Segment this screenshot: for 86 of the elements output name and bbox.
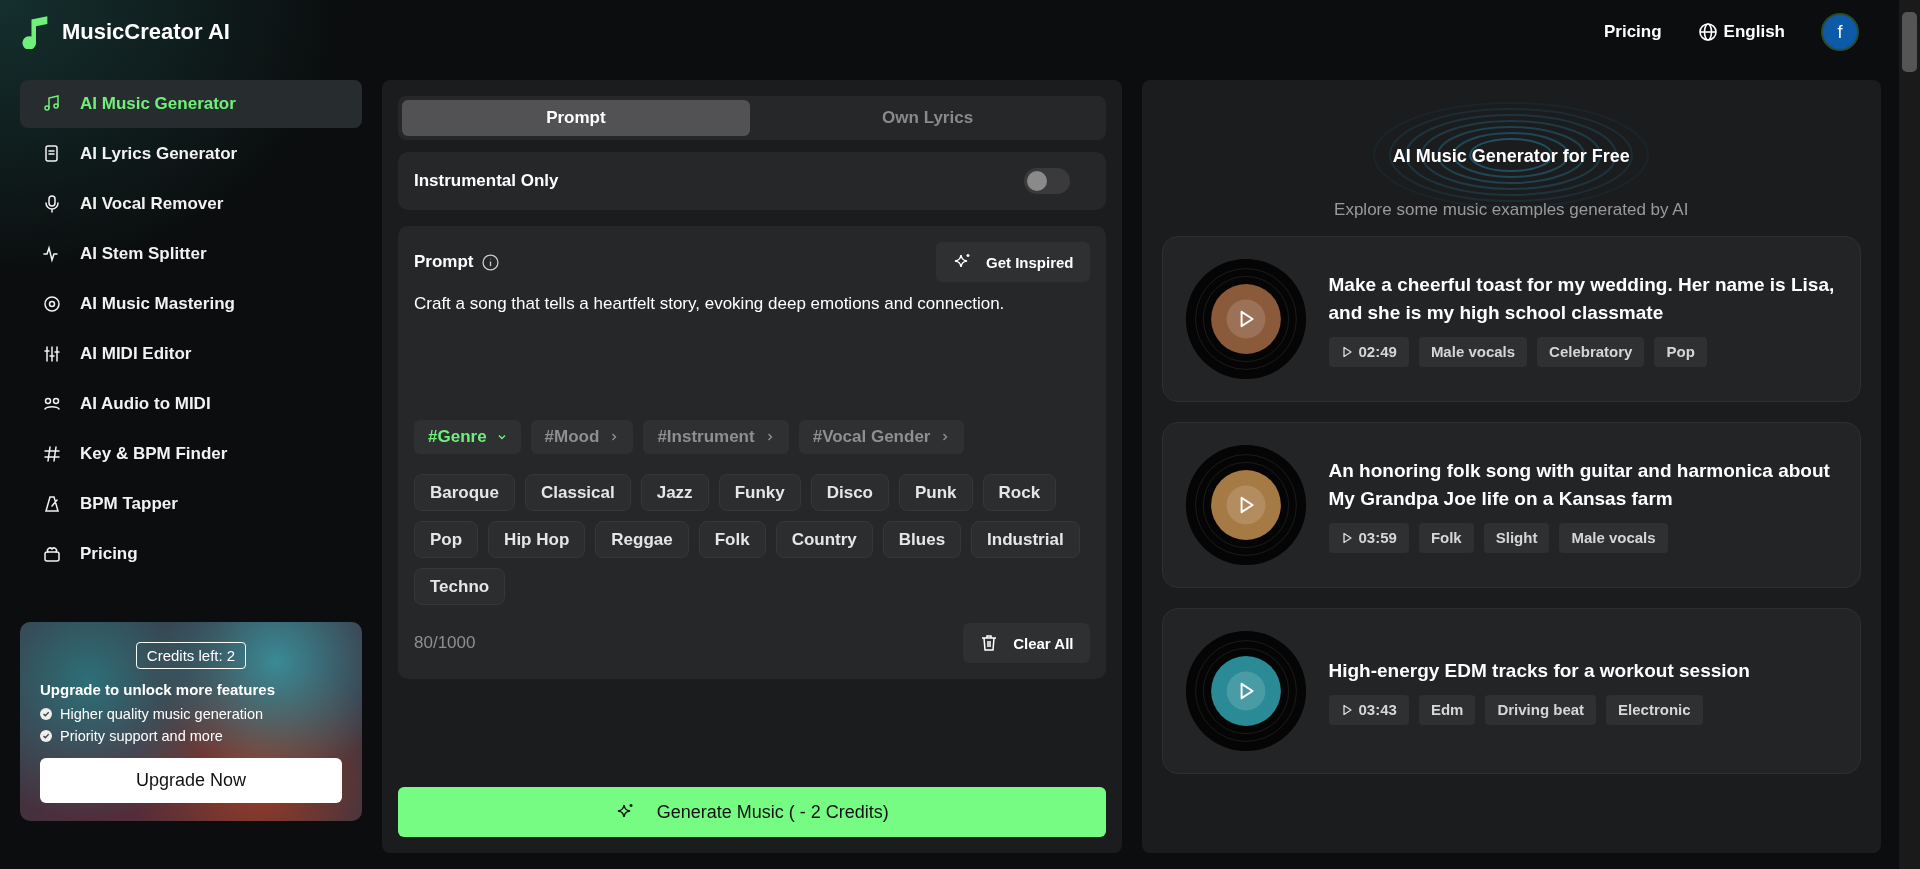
prompt-field[interactable]: Craft a song that tells a heartfelt story, evoking deep emotions and connection.	[414, 292, 1090, 412]
sidebar-item[interactable]: AI Music Generator	[20, 80, 362, 128]
feature-text: Priority support and more	[60, 728, 223, 744]
user-avatar[interactable]: f	[1821, 13, 1859, 51]
basket-icon	[42, 544, 62, 564]
category-filter[interactable]: #Genre	[414, 420, 521, 454]
sidebar-item[interactable]: Pricing	[20, 530, 362, 578]
play-icon	[1340, 703, 1353, 716]
music-note-icon	[42, 94, 62, 114]
genre-tag[interactable]: Industrial	[971, 521, 1080, 558]
category-filter[interactable]: #Instrument	[643, 420, 789, 454]
genre-tag[interactable]: Punk	[899, 474, 973, 511]
example-title: Make a cheerful toast for my wedding. Her name is Lisa, and she is my high school classmate	[1328, 273, 1836, 325]
example-card[interactable]: Make a cheerful toast for my wedding. Her name is Lisa, and she is my high school classmate 02:49 Male vocals Celebratory Pop	[1161, 236, 1861, 402]
genre-tag[interactable]: Techno	[414, 568, 506, 605]
sidebar-item[interactable]: AI Vocal Remover	[20, 180, 362, 228]
category-filter[interactable]: #Mood	[530, 420, 634, 454]
brand-name: MusicCreator AI	[62, 19, 230, 45]
check-circle-icon	[40, 730, 52, 742]
sidebar-item[interactable]: AI Audio to MIDI	[20, 380, 362, 428]
character-counter: 80/1000	[414, 633, 476, 653]
sidebar-item[interactable]: AI Music Mastering	[20, 280, 362, 328]
example-title: An honoring folk song with guitar and harmonica about My Grandpa Joe life on a Kansas farm	[1328, 459, 1831, 511]
duration-badge: 03:59	[1328, 522, 1409, 553]
play-icon	[1340, 531, 1353, 544]
info-icon[interactable]	[481, 253, 499, 271]
mode-tab[interactable]: Own Lyrics	[753, 100, 1102, 136]
sidebar-item[interactable]: AI MIDI Editor	[20, 330, 362, 378]
globe-icon	[1697, 22, 1718, 42]
sidebar-item[interactable]: BPM Tapper	[20, 480, 362, 528]
style-tag: Male vocals	[1418, 336, 1528, 367]
sidebar-item[interactable]: AI Stem Splitter	[20, 230, 362, 278]
genre-tag[interactable]: Reggae	[595, 521, 689, 558]
examples-subtitle: Explore some music examples generated by AI	[1333, 200, 1690, 220]
disc-icon	[42, 294, 62, 314]
genre-tag[interactable]: Pop	[414, 521, 479, 558]
pricing-link[interactable]: Pricing	[1603, 22, 1662, 42]
sidebar-item[interactable]: Key & BPM Finder	[20, 430, 362, 478]
style-tag: Driving beat	[1485, 694, 1597, 725]
check-circle-icon	[40, 708, 52, 720]
example-card[interactable]: High-energy EDM tracks for a workout session 03:43 Edm Driving beat Electronic	[1161, 608, 1861, 774]
genre-tag[interactable]: Hip Hop	[488, 521, 586, 558]
examples-title: AI Music Generator for Free	[1392, 145, 1630, 167]
duration-badge: 03:43	[1328, 694, 1409, 725]
genre-tag[interactable]: Classical	[524, 474, 631, 511]
genre-tag[interactable]: Funky	[718, 474, 801, 511]
genre-tag[interactable]: Rock	[982, 474, 1057, 511]
style-tag: Edm	[1418, 694, 1476, 725]
metronome-icon	[42, 494, 62, 514]
mode-tab[interactable]: Prompt	[402, 100, 750, 136]
style-tag: Male vocals	[1559, 522, 1668, 553]
style-tag: Slight	[1483, 522, 1550, 553]
instrumental-label: Instrumental Only	[414, 171, 559, 191]
duration-badge: 02:49	[1328, 336, 1409, 367]
get-inspired-button[interactable]: Get Inspired	[935, 242, 1090, 282]
example-card[interactable]: An honoring folk song with guitar and harmonica about My Grandpa Joe life on a Kansas farm 03:59 Folk Slight Male vocals	[1161, 422, 1861, 588]
category-filter[interactable]: #Vocal Gender	[798, 420, 965, 454]
sliders-icon	[42, 344, 62, 364]
credits-badge: Credits left: 2	[135, 642, 247, 669]
sidebar-item[interactable]: AI Lyrics Generator	[20, 130, 362, 178]
prompt-editor-field[interactable]	[398, 226, 1106, 679]
style-tag: Folk	[1418, 522, 1474, 553]
clear-all-button[interactable]: Clear All	[963, 623, 1090, 663]
generate-music-button[interactable]: Generate Music ( - 2 Credits)	[398, 787, 1106, 837]
style-tag: Celebratory	[1537, 336, 1645, 367]
prompt-label: Prompt	[414, 252, 474, 272]
style-tag: Pop	[1654, 336, 1707, 367]
genre-tag[interactable]: Disco	[810, 474, 889, 511]
scrollbar[interactable]	[1899, 0, 1920, 869]
feature-text: Higher quality music generation	[60, 706, 264, 722]
genre-tag[interactable]: Folk	[698, 521, 766, 558]
instrumental-toggle[interactable]	[1023, 168, 1070, 194]
music-note-logo-icon	[22, 15, 50, 49]
genre-tag[interactable]: Country	[775, 521, 873, 558]
genre-tag[interactable]: Baroque	[414, 474, 515, 511]
style-tag: Electronic	[1606, 694, 1703, 725]
example-title: High-energy EDM tracks for a workout session	[1328, 659, 1750, 684]
language-selector[interactable]: English	[1697, 22, 1785, 42]
chevron-down-icon	[496, 432, 507, 442]
microphone-icon	[42, 194, 62, 214]
hash-icon	[42, 444, 62, 464]
play-icon	[1340, 345, 1353, 358]
upgrade-title: Upgrade to unlock more features	[40, 681, 276, 698]
genre-tag[interactable]: Jazz	[640, 474, 709, 511]
upgrade-button[interactable]: Upgrade Now	[40, 758, 342, 803]
genre-tag[interactable]: Blues	[882, 521, 962, 558]
